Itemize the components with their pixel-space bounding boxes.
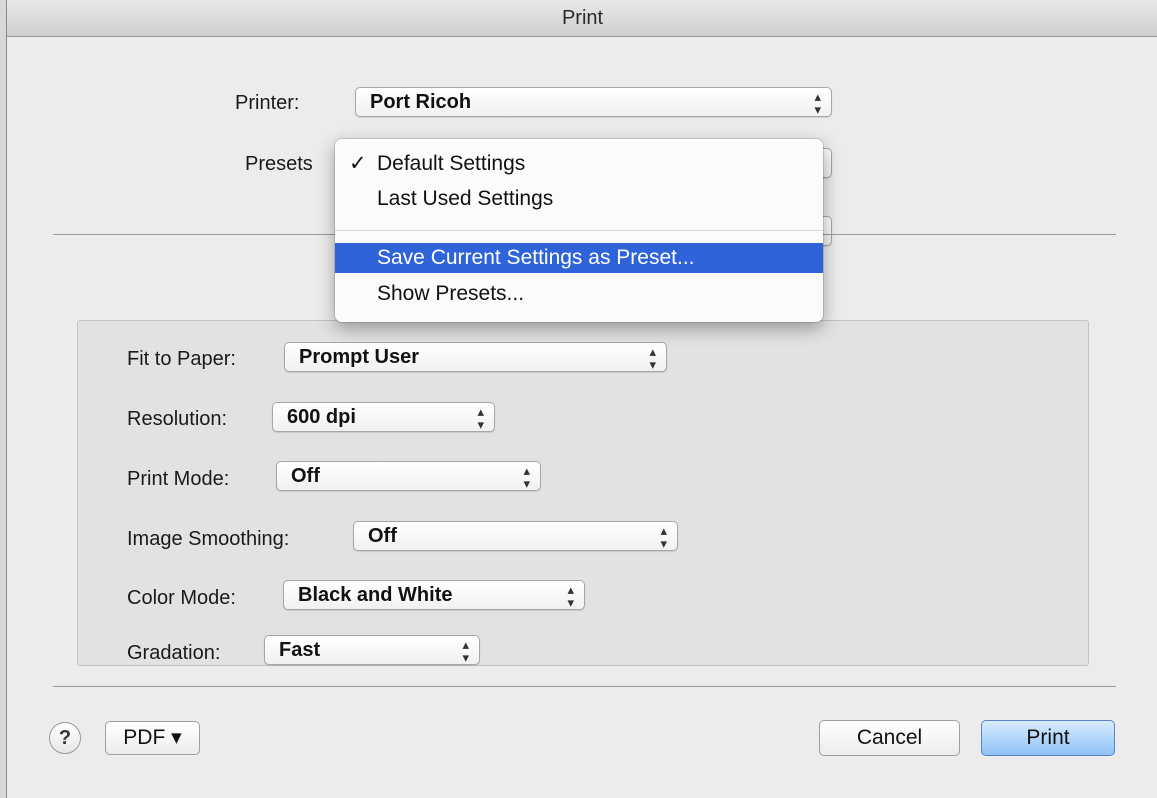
resolution-popup[interactable]: 600 dpi ▴ ▾ <box>272 402 495 432</box>
printer-label: Printer: <box>235 92 300 114</box>
menu-item-label: Show Presets... <box>377 282 525 305</box>
popup-arrows-icon: ▴ ▾ <box>477 404 484 432</box>
color-mode-popup[interactable]: Black and White ▴ ▾ <box>283 580 585 610</box>
image-smoothing-value: Off <box>368 525 397 547</box>
menu-item-label: Save Current Settings as Preset... <box>377 246 695 269</box>
window-title: Print <box>7 0 1157 37</box>
print-button[interactable]: Print <box>981 720 1115 756</box>
resolution-value: 600 dpi <box>287 406 356 428</box>
presets-label: Presets <box>245 153 313 175</box>
gradation-popup[interactable]: Fast ▴ ▾ <box>264 635 480 665</box>
pdf-menu-button[interactable]: PDF ▾ <box>105 721 200 755</box>
popup-arrows-icon: ▴ ▾ <box>567 582 574 610</box>
print-mode-label: Print Mode: <box>127 468 230 490</box>
print-dialog: Print Printer: Port Ricoh ▴ ▾ Presets Fit… <box>6 0 1157 798</box>
printer-popup[interactable]: Port Ricoh ▴ ▾ <box>355 87 832 117</box>
image-smoothing-label: Image Smoothing: <box>127 528 290 550</box>
menu-item-default-settings[interactable]: ✓ Default Settings <box>335 149 823 179</box>
gradation-label: Gradation: <box>127 642 221 664</box>
checkmark-icon: ✓ <box>349 152 367 175</box>
print-mode-value: Off <box>291 465 320 487</box>
menu-item-last-used-settings[interactable]: Last Used Settings <box>335 184 823 214</box>
popup-arrows-icon: ▴ ▾ <box>814 89 821 117</box>
fit-to-paper-label: Fit to Paper: <box>127 348 236 370</box>
color-mode-value: Black and White <box>298 584 453 606</box>
gradation-value: Fast <box>279 639 321 661</box>
fit-to-paper-popup[interactable]: Prompt User ▴ ▾ <box>284 342 667 372</box>
print-mode-popup[interactable]: Off ▴ ▾ <box>276 461 541 491</box>
presets-menu: ✓ Default Settings Last Used Settings Sa… <box>335 139 823 322</box>
popup-arrows-icon: ▴ ▾ <box>660 523 667 551</box>
color-mode-label: Color Mode: <box>127 587 236 609</box>
cancel-button[interactable]: Cancel <box>819 720 960 756</box>
bottom-separator <box>53 686 1116 687</box>
menu-divider <box>335 230 823 231</box>
fit-to-paper-value: Prompt User <box>299 346 420 368</box>
help-button[interactable]: ? <box>49 722 81 754</box>
popup-arrows-icon: ▴ ▾ <box>649 344 656 372</box>
menu-item-label: Default Settings <box>377 152 526 175</box>
menu-item-show-presets[interactable]: Show Presets... <box>335 279 823 309</box>
popup-arrows-icon: ▴ ▾ <box>523 463 530 491</box>
menu-item-label: Last Used Settings <box>377 187 554 210</box>
printer-value: Port Ricoh <box>370 91 472 113</box>
resolution-label: Resolution: <box>127 408 228 430</box>
menu-item-save-current-settings[interactable]: Save Current Settings as Preset... <box>335 243 823 273</box>
image-smoothing-popup[interactable]: Off ▴ ▾ <box>353 521 678 551</box>
popup-arrows-icon: ▴ ▾ <box>462 637 469 665</box>
